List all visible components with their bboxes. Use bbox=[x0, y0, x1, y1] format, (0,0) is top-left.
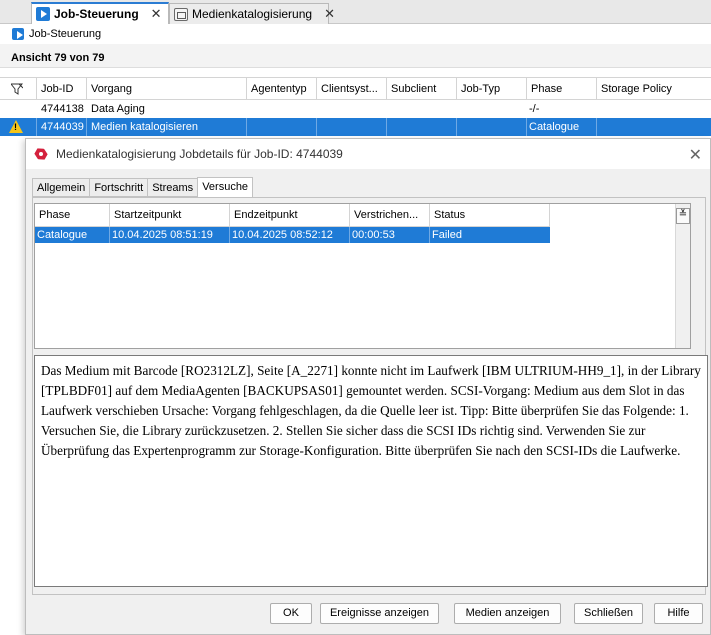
column-header-vorgang[interactable]: Vorgang bbox=[87, 78, 247, 100]
breadcrumb-label[interactable]: Job-Steuerung bbox=[29, 28, 101, 40]
cell-clientsystem bbox=[317, 118, 387, 136]
close-icon[interactable]: ✕ bbox=[324, 6, 335, 22]
table-row[interactable]: 4744039 Medien katalogisieren Catalogue bbox=[0, 118, 711, 136]
tab-fortschritt[interactable]: Fortschritt bbox=[89, 178, 148, 197]
column-header-phase[interactable]: Phase bbox=[527, 78, 597, 100]
warning-icon bbox=[9, 120, 23, 133]
column-header-storage-policy[interactable]: Storage Policy bbox=[597, 78, 711, 100]
show-events-button[interactable]: Ereignisse anzeigen bbox=[320, 603, 439, 624]
filter-icon[interactable] bbox=[11, 83, 23, 95]
column-header-agententyp[interactable]: Agententyp bbox=[247, 78, 317, 100]
vertical-scrollbar[interactable]: ≚ bbox=[675, 204, 690, 348]
view-count: Ansicht 79 von 79 bbox=[11, 52, 105, 64]
cell-agententyp bbox=[247, 118, 317, 136]
cell-end: 10.04.2025 08:52:12 bbox=[230, 227, 350, 243]
cell-phase: Catalogue bbox=[527, 118, 597, 136]
commvault-logo-icon bbox=[34, 147, 48, 161]
dialog-titlebar[interactable]: Medienkatalogisierung Jobdetails für Job… bbox=[26, 139, 710, 169]
help-button[interactable]: Hilfe bbox=[654, 603, 703, 624]
cell-vorgang: Medien katalogisieren bbox=[87, 118, 247, 136]
tab-streams[interactable]: Streams bbox=[147, 178, 198, 197]
column-header-job-typ[interactable]: Job-Typ bbox=[457, 78, 527, 100]
breadcrumb: Job-Steuerung bbox=[12, 28, 101, 40]
cell-job-typ bbox=[457, 118, 527, 136]
dialog-tabs: Allgemein Fortschritt Streams Versuche bbox=[32, 177, 254, 198]
column-header-clientsystem[interactable]: Clientsyst... bbox=[317, 78, 387, 100]
view-toolbar bbox=[0, 44, 711, 68]
tab-job-steuerung[interactable]: Job-Steuerung ✕ bbox=[31, 2, 169, 24]
close-icon[interactable]: ✕ bbox=[689, 145, 702, 165]
document-tab-strip: Job-Steuerung ✕ Medienkatalogisierung ✕ bbox=[0, 0, 711, 24]
table-row[interactable]: 4744138 Data Aging -/- bbox=[0, 100, 711, 118]
column-header-endzeitpunkt[interactable]: Endzeitpunkt bbox=[230, 204, 350, 227]
close-icon[interactable]: ✕ bbox=[151, 6, 162, 22]
cell-vorgang: Data Aging bbox=[91, 103, 145, 115]
cell-job-id: 4744138 bbox=[41, 103, 84, 115]
cell-storage-policy bbox=[597, 118, 711, 136]
column-chooser-icon[interactable]: ≚ bbox=[676, 208, 690, 224]
dialog-title: Medienkatalogisierung Jobdetails für Job… bbox=[56, 147, 343, 161]
tab-versuche[interactable]: Versuche bbox=[197, 177, 254, 198]
cell-status bbox=[0, 118, 37, 136]
table-row[interactable]: Catalogue 10.04.2025 08:51:19 10.04.2025… bbox=[35, 227, 550, 243]
column-header-verstrichen[interactable]: Verstrichen... bbox=[350, 204, 430, 227]
job-control-icon bbox=[12, 28, 24, 40]
cell-job-id: 4744039 bbox=[37, 118, 87, 136]
cell-subclient bbox=[387, 118, 457, 136]
cell-phase: -/- bbox=[529, 103, 540, 115]
job-details-dialog: Medienkatalogisierung Jobdetails für Job… bbox=[25, 138, 711, 635]
ok-button[interactable]: OK bbox=[270, 603, 312, 624]
close-button[interactable]: Schließen bbox=[574, 603, 643, 624]
grid-header: Job-ID Vorgang Agententyp Clientsyst... … bbox=[0, 77, 711, 100]
column-header-subclient[interactable]: Subclient bbox=[387, 78, 457, 100]
tab-label: Medienkatalogisierung bbox=[192, 7, 313, 21]
filter-column-header[interactable] bbox=[0, 78, 37, 100]
cell-phase: Catalogue bbox=[35, 227, 110, 243]
catalog-icon bbox=[174, 7, 188, 21]
cell-start: 10.04.2025 08:51:19 bbox=[110, 227, 230, 243]
tab-medienkatalogisierung[interactable]: Medienkatalogisierung ✕ bbox=[169, 3, 335, 24]
job-control-icon bbox=[36, 7, 50, 21]
column-header-startzeitpunkt[interactable]: Startzeitpunkt bbox=[110, 204, 230, 227]
show-media-button[interactable]: Medien anzeigen bbox=[454, 603, 561, 624]
column-header-job-id[interactable]: Job-ID bbox=[37, 78, 87, 100]
cell-elapsed: 00:00:53 bbox=[350, 227, 430, 243]
column-header-status[interactable]: Status bbox=[430, 204, 550, 227]
tab-label: Job-Steuerung bbox=[54, 7, 139, 21]
column-header-phase[interactable]: Phase bbox=[35, 204, 110, 227]
attempts-grid: Phase Startzeitpunkt Endzeitpunkt Verstr… bbox=[34, 203, 691, 349]
tab-allgemein[interactable]: Allgemein bbox=[32, 178, 90, 197]
cell-status: Failed bbox=[432, 229, 462, 241]
failure-message: Das Medium mit Barcode [RO2312LZ], Seite… bbox=[34, 355, 708, 587]
